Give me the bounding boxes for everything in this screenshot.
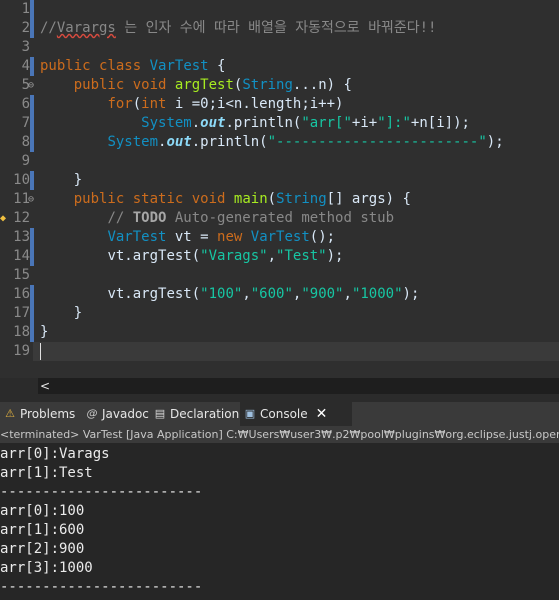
change-marker	[30, 114, 34, 133]
console-line: arr[0]:Varags	[0, 446, 110, 462]
change-marker	[30, 228, 34, 247]
line-number: 18	[13, 324, 30, 340]
change-marker	[30, 247, 34, 266]
problems-icon: ⚠	[5, 407, 15, 420]
tab-label: Javadoc	[102, 407, 149, 421]
code-line-2: //Varargs 는 인자 수에 따라 배열을 자동적으로 바꿔준다!!	[40, 20, 437, 36]
console-line: ------------------------	[0, 579, 203, 595]
change-marker	[30, 19, 34, 38]
change-marker	[30, 57, 34, 76]
line-number: 6	[21, 96, 30, 112]
console-icon: ▣	[244, 407, 256, 420]
code-line-18: }	[40, 324, 49, 340]
code-line-17: }	[73, 305, 83, 321]
line-number: 8	[21, 134, 30, 150]
code-line-12: // TODO Auto-generated method stub	[107, 210, 395, 226]
tab-label: Console	[260, 407, 308, 421]
fold-collapse-icon[interactable]: ⊖	[28, 76, 34, 95]
console-line: arr[2]:900	[0, 541, 85, 557]
line-number-gutter: 1 2 3 4 5 6 7 8 9 10 11 12 13 14 15 16 1…	[0, 0, 34, 378]
line-number: 9	[21, 153, 30, 169]
code-editor[interactable]: 1 2 3 4 5 6 7 8 9 10 11 12 13 14 15 16 1…	[0, 0, 559, 378]
code-line-7: System.out.println("arr["+i+"]:"+n[i]);	[141, 115, 470, 131]
line-number: 1	[21, 1, 30, 17]
change-marker	[30, 171, 34, 190]
code-line-10: }	[73, 172, 83, 188]
line-number: 17	[13, 305, 30, 321]
tab-label: Declaration	[170, 407, 240, 421]
console-output[interactable]: arr[0]:Varags arr[1]:Test --------------…	[0, 443, 559, 600]
horizontal-scrollbar[interactable]: <	[0, 378, 559, 394]
code-line-5: public void argTest(String...n) {	[73, 77, 352, 93]
change-marker	[30, 0, 34, 19]
line-number: 2	[21, 20, 30, 36]
code-line-11: public static void main(String[] args) {	[73, 191, 411, 207]
change-marker	[30, 95, 34, 114]
task-marker-icon[interactable]: ◆	[0, 209, 6, 228]
line-number: 7	[21, 115, 30, 131]
console-line: arr[1]:600	[0, 522, 85, 538]
code-line-14: vt.argTest("Varags","Test");	[107, 248, 344, 264]
console-line: arr[3]:1000	[0, 560, 93, 576]
code-line-6: for(int i =0;i<n.length;i++)	[107, 96, 344, 112]
line-number: 4	[21, 58, 30, 74]
scroll-left-icon[interactable]: <	[40, 378, 50, 394]
change-marker	[30, 304, 34, 323]
line-number: 10	[13, 172, 30, 188]
change-marker	[30, 133, 34, 152]
console-line: arr[1]:Test	[0, 465, 93, 481]
code-line-4: public class VarTest {	[40, 58, 226, 74]
javadoc-icon: @	[86, 407, 98, 420]
line-number: 5	[21, 77, 30, 93]
bottom-panel-tabs: ⚠ Problems @ Javadoc ▤ Declaration ▣ Console…	[0, 402, 559, 426]
line-number: 11	[13, 191, 30, 207]
code-text-area[interactable]: //Varargs 는 인자 수에 따라 배열을 자동적으로 바꿔준다!! pu…	[40, 0, 559, 360]
line-number: 16	[13, 286, 30, 302]
declaration-icon: ▤	[154, 407, 166, 420]
console-line: arr[0]:100	[0, 503, 85, 519]
change-marker	[30, 323, 34, 342]
line-number: 3	[21, 39, 30, 55]
tab-label: Problems	[20, 407, 76, 421]
change-marker	[30, 285, 34, 304]
code-line-13: VarTest vt = new VarTest();	[107, 229, 336, 245]
line-number: 15	[13, 267, 30, 283]
spell-error: Varargs	[56, 20, 116, 36]
code-line-8: System.out.println("--------------------…	[107, 134, 504, 150]
fold-collapse-icon[interactable]: ⊖	[28, 190, 34, 209]
console-status: <terminated> VarTest [Java Application] …	[0, 426, 559, 443]
code-line-16: vt.argTest("100","600","900","1000");	[107, 286, 420, 302]
scrollbar-track[interactable]	[38, 378, 559, 394]
console-line: ------------------------	[0, 484, 203, 500]
line-number: 14	[13, 248, 30, 264]
tab-console[interactable]: ▣ Console ✕	[240, 402, 352, 426]
line-number: 13	[13, 229, 30, 245]
close-icon[interactable]: ✕	[316, 406, 328, 422]
line-number: 19	[13, 343, 30, 359]
